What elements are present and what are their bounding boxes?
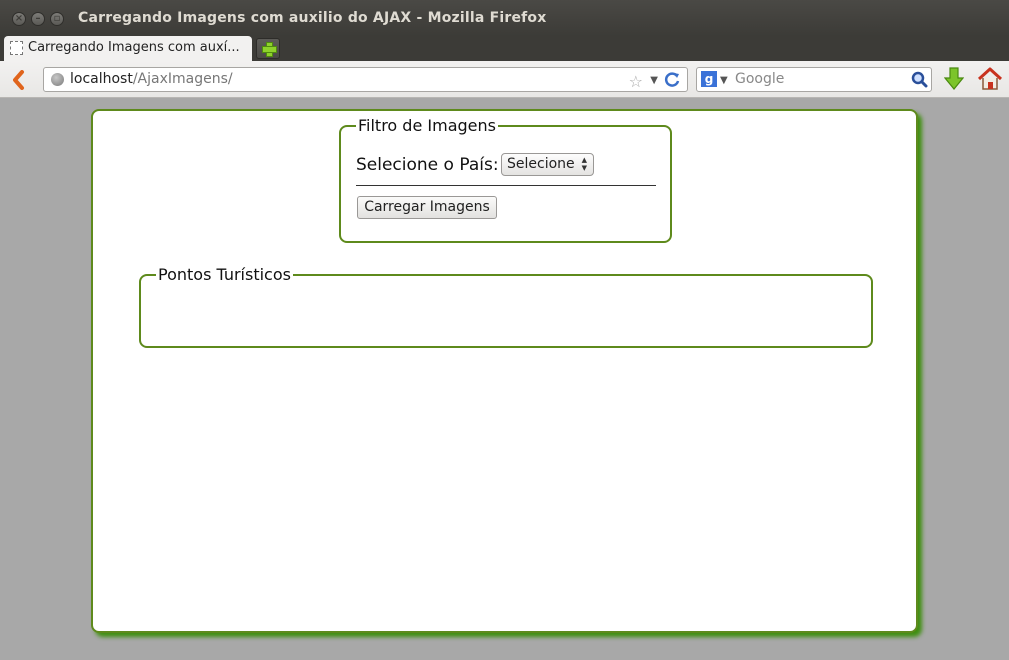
country-select[interactable]: Selecione ▲ ▼	[501, 153, 594, 176]
filter-fieldset: Filtro de Imagens Selecione o País: Sele…	[339, 117, 672, 243]
tourist-spots-legend: Pontos Turísticos	[156, 265, 293, 284]
page-content: Filtro de Imagens Selecione o País: Sele…	[91, 109, 918, 633]
globe-icon	[51, 73, 64, 86]
url-bar[interactable]: localhost/AjaxImagens/ ☆ ▼	[43, 67, 688, 92]
window-title: Carregando Imagens com auxilio do AJAX -…	[78, 10, 547, 26]
bookmark-star-icon[interactable]: ☆	[629, 70, 643, 93]
download-arrow-icon[interactable]	[944, 67, 964, 91]
search-placeholder: Google	[735, 71, 785, 87]
divider	[356, 185, 656, 186]
window-titlebar: × – ▫ Carregando Imagens com auxilio do …	[0, 0, 1009, 36]
tab-strip: Carregando Imagens com auxí...	[0, 36, 1009, 61]
maximize-window-icon[interactable]: ▫	[50, 12, 64, 26]
load-images-button[interactable]: Carregar Imagens	[357, 196, 497, 219]
engine-dropdown-icon[interactable]: ▼	[720, 69, 728, 92]
url-host: localhost	[70, 71, 133, 87]
history-dropdown-icon[interactable]: ▼	[650, 69, 658, 92]
search-icon[interactable]	[911, 71, 928, 88]
close-window-icon[interactable]: ×	[12, 12, 26, 26]
reload-icon[interactable]	[664, 72, 681, 87]
filter-legend: Filtro de Imagens	[356, 116, 498, 135]
minimize-window-icon[interactable]: –	[31, 12, 45, 26]
back-arrow-icon[interactable]	[10, 70, 28, 90]
country-label: Selecione o País:	[356, 155, 499, 175]
plus-icon	[262, 42, 277, 57]
home-icon[interactable]	[977, 67, 1003, 91]
country-select-value: Selecione	[507, 156, 575, 172]
tourist-spots-fieldset: Pontos Turísticos	[139, 266, 873, 348]
new-tab-button[interactable]	[256, 38, 280, 59]
tab-label: Carregando Imagens com auxí...	[28, 40, 240, 55]
navigation-toolbar: localhost/AjaxImagens/ ☆ ▼ g ▼ Google	[0, 61, 1009, 98]
google-engine-icon[interactable]: g	[701, 71, 717, 87]
url-path: /AjaxImagens/	[132, 71, 233, 87]
search-bar[interactable]: g ▼ Google	[696, 67, 932, 92]
page-placeholder-icon	[10, 41, 23, 55]
select-arrows-icon: ▲ ▼	[581, 156, 587, 172]
tab-active[interactable]: Carregando Imagens com auxí...	[4, 36, 252, 61]
